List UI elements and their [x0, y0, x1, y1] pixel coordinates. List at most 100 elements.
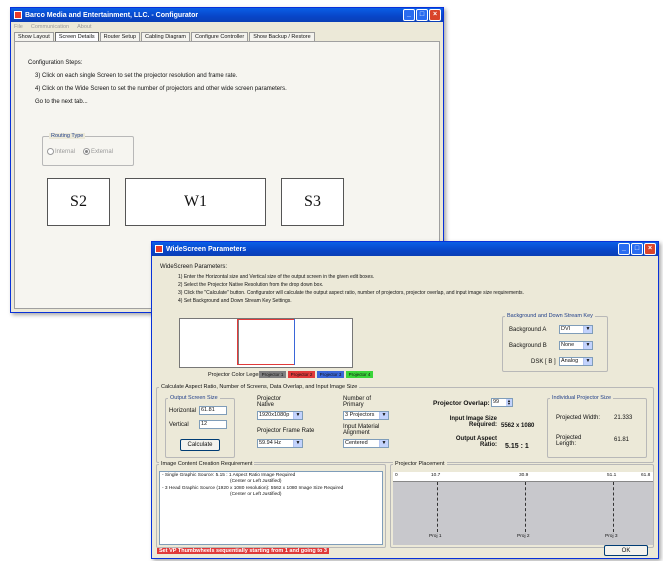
- projected-width-value: 21.333: [614, 415, 633, 421]
- alignment-label: Input Material Alignment: [343, 424, 380, 436]
- dsk-value: Analog: [561, 358, 579, 364]
- projector-legend-label: Projector Color Legend:: [208, 372, 267, 378]
- ws-instruction-1: 1) Enter the Horizontal size and Vertica…: [178, 274, 375, 280]
- overlap-value: 99: [493, 399, 500, 405]
- tab-screen-details[interactable]: Screen Details: [54, 32, 99, 41]
- image-content-list: - Single Graphic Source: 5.15 : 1 Aspect…: [159, 471, 383, 545]
- proj-1-marker: [437, 482, 438, 532]
- frame-rate-label: Projector Frame Rate: [257, 428, 315, 434]
- ws-instruction-3: 3) Click the "Calculate" button. Configu…: [178, 290, 524, 296]
- menu-about[interactable]: About: [77, 24, 91, 30]
- screen-w1[interactable]: W1: [125, 178, 266, 226]
- minimize-icon[interactable]: _: [403, 9, 415, 21]
- ws-section-title: WideScreen Parameters:: [160, 264, 228, 270]
- bg-b-label: Background B: [509, 343, 547, 349]
- overlap-input[interactable]: 99 ▲ ▼: [491, 398, 513, 407]
- ws-maximize-icon[interactable]: □: [631, 243, 643, 255]
- ws-minimize-icon[interactable]: _: [618, 243, 630, 255]
- steps-title: Configuration Steps:: [28, 60, 83, 66]
- tick-10-7: 10.7: [431, 473, 441, 478]
- tick-0: 0: [395, 473, 398, 478]
- chevron-down-icon: ▼: [583, 342, 592, 349]
- tab-cabling-diagram[interactable]: Cabling Diagram: [141, 32, 190, 41]
- calc-group: Calculate Aspect Ratio, Number of Screen…: [156, 384, 654, 463]
- projector-3-region: [294, 319, 352, 365]
- routing-type-group: Routing Type Internal External: [42, 133, 134, 166]
- projector-1-region: [180, 319, 239, 365]
- proj-3-marker: [613, 482, 614, 532]
- menu-file[interactable]: File: [14, 24, 23, 30]
- menubar: File Communication About: [11, 22, 443, 31]
- close-icon[interactable]: ×: [429, 9, 441, 21]
- bg-b-select[interactable]: None ▼: [559, 341, 593, 350]
- projector-native-label: Projector Native: [257, 396, 282, 408]
- projected-width-label: Projected Width:: [556, 415, 601, 421]
- number-primary-value: 3 Projectors: [345, 412, 375, 418]
- widescreen-title: WideScreen Parameters: [166, 245, 247, 253]
- chevron-down-icon: ▼: [583, 358, 592, 365]
- projector-preview: [179, 318, 353, 368]
- legend-projector-4: Projector 4: [346, 371, 373, 378]
- chevron-down-icon: ▼: [293, 440, 302, 447]
- widescreen-titlebar[interactable]: WideScreen Parameters _ □ ×: [152, 242, 658, 256]
- proj-3-label: Proj 3: [605, 534, 618, 539]
- radio-internal[interactable]: Internal: [47, 148, 75, 155]
- tab-show-layout[interactable]: Show Layout: [14, 32, 54, 41]
- calculate-button[interactable]: Calculate: [180, 439, 220, 451]
- number-primary-select[interactable]: 3 Projectors ▼: [343, 411, 389, 420]
- projected-length-label: Projected Length:: [556, 435, 582, 447]
- radio-external-label: External: [91, 149, 114, 156]
- legend-projector-2: Projector 2: [288, 371, 315, 378]
- image-content-line-4: (Center or Left Justified): [230, 492, 282, 497]
- projector-placement-title: Projector Placement: [393, 461, 447, 467]
- configurator-title: Barco Media and Entertainment, LLC. - Co…: [25, 11, 199, 19]
- proj-1-label: Proj 1: [429, 534, 442, 539]
- thumbwheel-warning: Set VP Thumbwheels sequentially starting…: [157, 548, 329, 554]
- ws-instruction-4: 4) Set Background and Down Stream Key Se…: [178, 298, 292, 304]
- step-3: 3) Click on each single Screen to set th…: [35, 73, 238, 79]
- radio-internal-label: Internal: [55, 149, 76, 156]
- chevron-down-icon: ▼: [379, 440, 388, 447]
- number-primary-label: Number of Primary: [343, 396, 372, 408]
- horizontal-label: Horizontal: [169, 408, 197, 414]
- dsk-select[interactable]: Analog ▼: [559, 357, 593, 366]
- dsk-label: DSK [ B ]: [531, 359, 556, 365]
- ok-button[interactable]: OK: [604, 545, 648, 556]
- output-size-group: Output Screen Size Horizontal 61.81 Vert…: [165, 395, 235, 458]
- vertical-input[interactable]: 12: [199, 420, 227, 429]
- configurator-titlebar[interactable]: Barco Media and Entertainment, LLC. - Co…: [11, 8, 443, 22]
- radio-external-icon: [83, 148, 90, 155]
- projector-native-select[interactable]: 1920x1080p ▼: [257, 411, 303, 420]
- radio-internal-icon: [47, 148, 54, 155]
- step-next: Go to the next tab...: [35, 99, 88, 105]
- tab-show-backup-restore[interactable]: Show Backup / Restore: [249, 32, 315, 41]
- spinner-icon[interactable]: ▲ ▼: [506, 399, 512, 406]
- projected-length-value: 61.81: [614, 437, 630, 443]
- legend-projector-3: Projector 3: [317, 371, 344, 378]
- aspect-label: Output Aspect Ratio:: [455, 436, 497, 448]
- horizontal-input[interactable]: 61.81: [199, 406, 227, 415]
- bg-key-title: Background and Down Stream Key: [505, 313, 595, 319]
- input-size-value: 5562 x 1080: [501, 423, 535, 429]
- tick-51-1: 51.1: [607, 473, 617, 478]
- alignment-select[interactable]: Centered ▼: [343, 439, 389, 448]
- alignment-value: Centered: [345, 440, 368, 446]
- input-size-label: Input Image Size Required:: [449, 416, 497, 428]
- overlap-label: Projector Overlap:: [433, 400, 490, 407]
- bg-b-value: None: [561, 342, 575, 348]
- screen-s3[interactable]: S3: [281, 178, 344, 226]
- screen-s2[interactable]: S2: [47, 178, 110, 226]
- tab-configure-controller[interactable]: Configure Controller: [190, 32, 249, 41]
- frame-rate-select[interactable]: 59.94 Hz ▼: [257, 439, 303, 448]
- bg-a-select[interactable]: DVI ▼: [559, 325, 593, 334]
- menu-communication[interactable]: Communication: [31, 24, 69, 30]
- image-content-line-2: (Center or Left Justified): [230, 479, 282, 484]
- bg-key-group: Background and Down Stream Key Backgroun…: [502, 313, 608, 372]
- aspect-value: 5.15 : 1: [505, 443, 529, 450]
- maximize-icon[interactable]: □: [416, 9, 428, 21]
- radio-external[interactable]: External: [83, 148, 113, 155]
- ws-close-icon[interactable]: ×: [644, 243, 656, 255]
- chevron-down-icon: ▼: [379, 412, 388, 419]
- tab-router-setup[interactable]: Router Setup: [99, 32, 141, 41]
- tick-30-9: 30.9: [519, 473, 529, 478]
